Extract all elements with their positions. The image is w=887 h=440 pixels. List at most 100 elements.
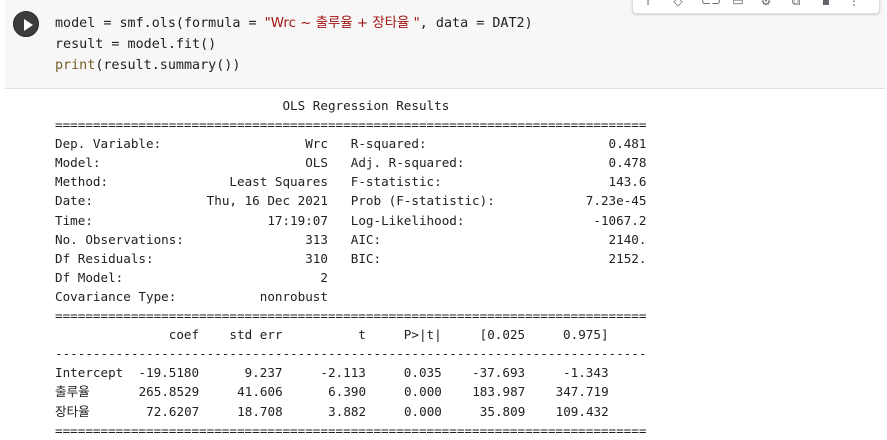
stat-label-left: Df Model: — [55, 269, 207, 285]
play-icon — [24, 19, 33, 31]
rule-equals: ========================================… — [55, 422, 647, 438]
stat-label-right: R-squared: — [350, 136, 503, 152]
stats-row: Df Model: 2 — [55, 268, 646, 287]
stat-label-right: Prob (F-statistic): — [350, 193, 503, 209]
coef-cell: 0.000 — [366, 403, 442, 419]
run-cell-button[interactable] — [13, 11, 39, 37]
coef-cell: -19.5180 — [130, 365, 200, 381]
coef-header-cell: std err — [199, 327, 283, 343]
coef-cell: 41.606 — [199, 384, 283, 400]
coef-cell: -2.113 — [282, 365, 366, 381]
code-line-2: result = model.fit() — [55, 37, 217, 52]
stat-value-left: nonrobust — [206, 288, 328, 304]
stat-label-right — [351, 289, 503, 304]
coef-header-cell: [0.025 — [441, 327, 526, 343]
down-arrow-icon[interactable]: ◇ — [671, 0, 685, 7]
code-builtin: print — [55, 58, 96, 73]
stat-value-left: 310 — [206, 250, 328, 266]
stats-row: Dep. Variable: Wrc R-squared: 0.481 — [55, 134, 646, 153]
stat-value-right — [502, 270, 646, 285]
stat-label-right — [351, 270, 503, 285]
stat-label-right: AIC: — [350, 231, 503, 247]
stat-value-right: 7.23e-45 — [502, 193, 647, 209]
stat-value-right — [502, 289, 646, 304]
more-icon[interactable]: ⋮ — [847, 0, 861, 7]
coef-cell: 18.708 — [199, 403, 283, 419]
stat-label-left: No. Observations: — [55, 231, 207, 247]
stats-row: No. Observations: 313 AIC: 2140. — [55, 230, 646, 249]
coef-cell: 35.809 — [441, 403, 526, 419]
stat-value-left: 313 — [206, 231, 328, 247]
link-icon[interactable]: ⊂⊃ — [701, 0, 721, 7]
stat-label-left: Dep. Variable: — [55, 136, 207, 152]
coef-header-cell: coef — [130, 327, 200, 343]
code-cell: ↑ ◇ ⊂⊃ ▭ ⚙ ⧉ ▪ ⋮ model = smf.ols(formula… — [0, 0, 887, 438]
coef-cell: 72.6207 — [131, 403, 200, 419]
rule-row: ========================================… — [55, 306, 646, 325]
coef-cell: 265.8529 — [131, 384, 200, 400]
stat-value-left: 2 — [206, 269, 328, 285]
code-string-literal: "Wrc ~ 출루율 + 장타율 " — [264, 16, 420, 31]
mirror-icon[interactable]: ⧉ — [789, 0, 803, 7]
trash-icon[interactable]: ▪ — [819, 0, 833, 7]
stat-value-right: 2152. — [502, 250, 647, 266]
code-text: (result.summary()) — [95, 58, 241, 73]
stat-value-left: OLS — [206, 155, 328, 171]
comment-icon[interactable]: ▭ — [731, 0, 745, 7]
stat-label-left: Df Residuals: — [55, 250, 207, 266]
stat-label-left: Time: — [55, 212, 207, 228]
stats-row: Model: OLS Adj. R-squared: 0.478 — [55, 153, 646, 172]
coef-row-name: 장타율 — [55, 403, 90, 419]
stats-row: Time: 17:19:07 Log-Likelihood: -1067.2 — [55, 211, 646, 230]
code-line-1: model = smf.ols(formula = "Wrc ~ 출루율 + 장… — [55, 13, 533, 34]
stat-label-left: Covariance Type: — [55, 288, 207, 304]
summary-title-row: OLS Regression Results — [55, 96, 646, 115]
stat-label-left: Model: — [55, 155, 207, 171]
stat-value-right: 0.481 — [502, 136, 647, 152]
stat-label-right: BIC: — [350, 250, 503, 266]
coef-header-cell: t — [282, 327, 366, 343]
coef-cell: 183.987 — [441, 384, 526, 400]
coef-cell: 347.719 — [525, 384, 609, 400]
stat-value-left: Least Squares — [206, 174, 328, 190]
code-line-3: print(result.summary()) — [55, 55, 533, 76]
code-text: , data = DAT2) — [419, 16, 533, 31]
stat-value-right: 2140. — [502, 231, 647, 247]
rule-row: ========================================… — [55, 421, 646, 440]
coef-cell: -1.343 — [525, 365, 609, 381]
coef-header-cell: P>|t| — [365, 327, 442, 343]
stats-row: Covariance Type: nonrobust — [55, 287, 646, 306]
stat-label-left: Date: — [55, 193, 207, 209]
coef-row: Intercept -19.5180 9.237 -2.113 0.035 -3… — [55, 363, 646, 382]
stat-value-right: 0.478 — [502, 155, 647, 171]
coef-row-name: 출루율 — [55, 384, 90, 400]
coef-row-name: Intercept — [55, 365, 131, 381]
rule-equals: ========================================… — [55, 117, 647, 133]
up-arrow-icon[interactable]: ↑ — [641, 0, 655, 7]
gear-icon[interactable]: ⚙ — [759, 0, 773, 7]
code-text: model = smf.ols(formula = — [55, 16, 265, 31]
code-editor[interactable]: model = smf.ols(formula = "Wrc ~ 출루율 + 장… — [55, 13, 533, 76]
stats-row: Method: Least Squares F-statistic: 143.6 — [55, 172, 646, 191]
stat-value-right: 143.6 — [502, 174, 647, 190]
coef-cell: 3.882 — [282, 403, 367, 419]
coef-row: 장타율 72.6207 18.708 3.882 0.000 35.809 10… — [55, 402, 646, 421]
coef-row: 출루율 265.8529 41.606 6.390 0.000 183.987 … — [55, 382, 646, 401]
rule-equals: ========================================… — [55, 308, 647, 324]
rule-row: ----------------------------------------… — [55, 344, 646, 363]
coef-cell: 0.035 — [365, 365, 442, 381]
stats-row: Date: Thu, 16 Dec 2021 Prob (F-statistic… — [55, 191, 646, 210]
coef-header-cell: 0.975] — [525, 327, 609, 343]
stat-label-right: Log-Likelihood: — [350, 212, 503, 228]
coef-header-row: coef std err t P>|t| [0.025 0.975] — [55, 325, 646, 344]
